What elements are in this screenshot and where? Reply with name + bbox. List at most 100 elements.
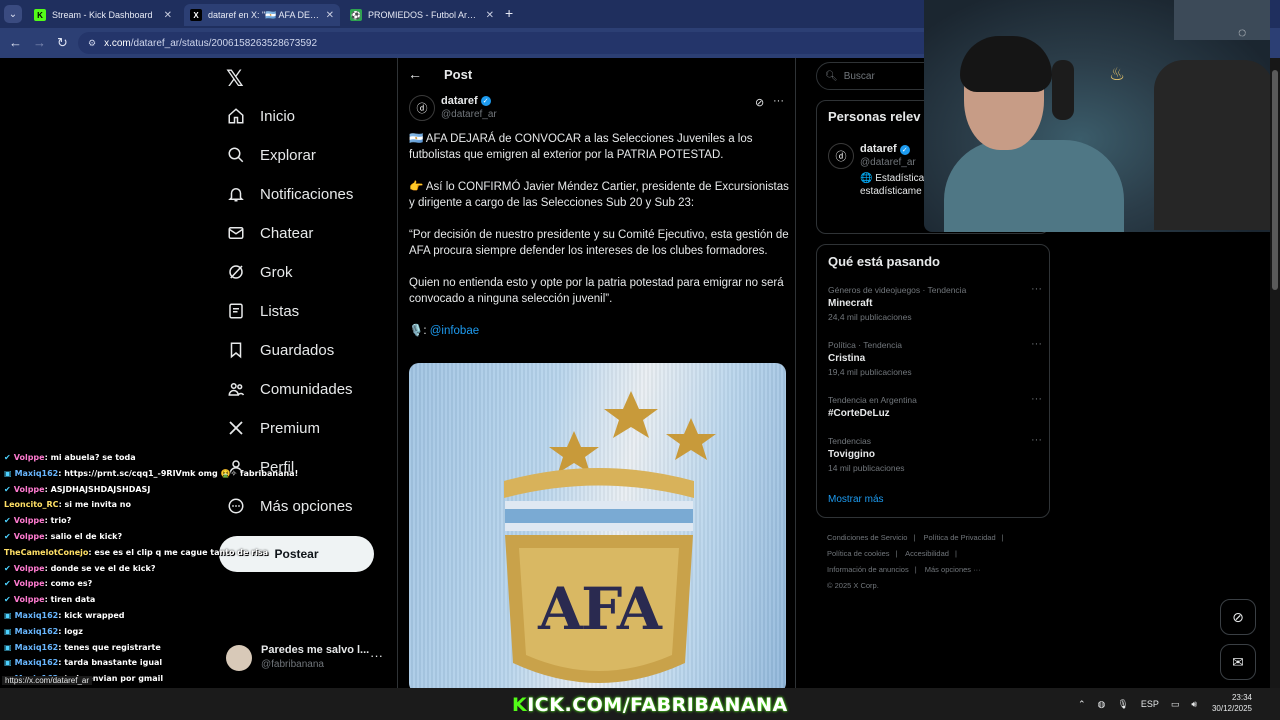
- tab-kick-dashboard[interactable]: K Stream - Kick Dashboard ✕: [28, 4, 178, 26]
- nav-item-listas[interactable]: Listas: [226, 296, 299, 326]
- site-info-icon[interactable]: ⚙: [88, 38, 96, 49]
- tab-list-button[interactable]: ⌄: [4, 5, 22, 23]
- footer-link[interactable]: Política de Privacidad: [924, 533, 996, 542]
- new-tab-icon[interactable]: +: [505, 5, 513, 21]
- reload-icon[interactable]: ↻: [57, 35, 68, 51]
- chat-badge-icon: ▣: [4, 642, 12, 652]
- close-icon[interactable]: ✕: [164, 10, 172, 21]
- chat-badge-icon: ▣: [4, 658, 12, 668]
- nav-item-premium[interactable]: Premium: [226, 413, 320, 443]
- grok-icon: [226, 262, 246, 282]
- shelf-background: [1174, 0, 1270, 40]
- chat-username: Maxiq162: [14, 658, 59, 668]
- forward-arrow-icon[interactable]: →: [33, 35, 46, 50]
- more-icon[interactable]: ···: [1031, 434, 1042, 446]
- chat-username: Volppe: [13, 453, 45, 462]
- trend-title: Toviggino: [828, 449, 876, 460]
- grok-icon[interactable]: ⊘: [755, 96, 764, 109]
- clock-date: 30/12/2025: [1211, 704, 1252, 713]
- chat-text: logz: [64, 626, 83, 636]
- person-name[interactable]: dataref ✓: [860, 143, 910, 155]
- x-favicon-icon: X: [190, 9, 202, 21]
- status-url-tooltip: https://x.com/dataref_ar: [2, 676, 93, 685]
- chat-badge-icon: ✔: [4, 516, 11, 526]
- more-icon[interactable]: ···: [1031, 393, 1042, 405]
- banner-text: ICK.COM/FABRIBANANA: [527, 694, 788, 716]
- nav-item-chatear[interactable]: Chatear: [226, 218, 313, 248]
- messages-fab-button[interactable]: ✉: [1220, 644, 1256, 680]
- nav-item-notificaciones[interactable]: Notificaciones: [226, 179, 353, 209]
- display-icon[interactable]: ▭: [1171, 699, 1180, 710]
- nav-item-comunidades[interactable]: Comunidades: [226, 374, 353, 404]
- chat-username: Volppe: [13, 516, 45, 526]
- post-source: 🎙️: @infobae: [409, 323, 789, 339]
- close-icon[interactable]: ✕: [326, 10, 334, 21]
- scrollbar[interactable]: [1270, 58, 1280, 688]
- post-author: ⓓ dataref ✓ @dataref_ar ⊘ ···: [409, 95, 789, 125]
- url-host: x.com: [104, 37, 131, 49]
- trend-context: Géneros de videojuegos · Tendencia: [828, 285, 967, 295]
- tab-label: dataref en X: "🇦🇷 AFA DEJARÁ: [208, 9, 320, 20]
- show-more-link[interactable]: Mostrar más: [828, 494, 884, 505]
- language-indicator[interactable]: ESP: [1141, 699, 1159, 709]
- post-image[interactable]: AFA: [409, 363, 786, 688]
- taskbar-clock[interactable]: 23:34 30/12/2025: [1206, 692, 1252, 714]
- footer-link[interactable]: Información de anuncios: [827, 565, 909, 574]
- page-title: Post: [444, 66, 473, 82]
- author-name[interactable]: dataref ✓: [441, 95, 491, 107]
- source-link[interactable]: @infobae: [430, 325, 479, 337]
- nav-item-explorar[interactable]: Explorar: [226, 140, 316, 170]
- post-paragraph: Quien no entienda esto y opte por la pat…: [409, 277, 784, 305]
- tab-promiedos[interactable]: ⚽ PROMIEDOS - Futbol Argentino ✕: [344, 4, 500, 26]
- scrollbar-thumb[interactable]: [1272, 70, 1278, 290]
- chat-username: Volppe: [13, 595, 45, 605]
- grok-fab-button[interactable]: ⊘: [1220, 599, 1256, 635]
- kick-favicon-icon: K: [34, 9, 46, 21]
- author-avatar[interactable]: ⓓ: [409, 95, 435, 121]
- person-handle[interactable]: @dataref_ar: [860, 157, 916, 168]
- trend-item[interactable]: Política · Tendencia Cristina 19,4 mil p…: [828, 338, 1042, 377]
- more-icon[interactable]: ···: [1031, 283, 1042, 295]
- footer-link[interactable]: Accesibilidad: [905, 549, 949, 558]
- chat-username: TheCamelotConejo: [4, 547, 89, 557]
- network-icon[interactable]: ◍: [1098, 699, 1106, 710]
- more-icon[interactable]: ···: [1031, 338, 1042, 350]
- chevron-up-icon[interactable]: ⌃: [1078, 699, 1086, 710]
- more-icon[interactable]: ···: [773, 95, 784, 107]
- chat-message: ✔ Volppe: donde se ve el de kick?: [4, 561, 304, 577]
- back-arrow-icon[interactable]: ←: [9, 35, 22, 50]
- post-paragraph: 👉 Así lo CONFIRMÓ Javier Méndez Cartier,…: [409, 181, 789, 209]
- avatar[interactable]: ⓓ: [828, 143, 854, 169]
- footer-link[interactable]: Condiciones de Servicio: [827, 533, 907, 542]
- chat-message: ✔ Volppe: tiren data: [4, 592, 304, 608]
- back-arrow-icon[interactable]: ←: [408, 66, 422, 82]
- microphone-icon[interactable]: 🎙︎: [1117, 699, 1128, 710]
- url-path: /dataref_ar/status/2006158263528673592: [130, 37, 318, 49]
- close-icon[interactable]: ✕: [486, 10, 494, 21]
- chat-text: tarda bnastante igual: [64, 658, 163, 668]
- chat-username: Volppe: [13, 484, 45, 494]
- url-input[interactable]: ⚙ x.com/dataref_ar/status/20061582635286…: [78, 32, 938, 54]
- nav-item-guardados[interactable]: Guardados: [226, 335, 334, 365]
- trend-item[interactable]: Géneros de videojuegos · Tendencia Minec…: [828, 283, 1042, 322]
- author-handle[interactable]: @dataref_ar: [441, 109, 497, 120]
- nav-item-inicio[interactable]: Inicio: [226, 101, 295, 131]
- more-icon[interactable]: ···: [370, 648, 383, 663]
- x-logo-icon[interactable]: 𝕏: [226, 66, 244, 92]
- card-title: Personas relev: [828, 109, 921, 124]
- chat-message: ✔ Volppe: salio el de kick?: [4, 529, 304, 545]
- trend-item[interactable]: Tendencia en Argentina #CorteDeLuz ···: [828, 393, 1042, 419]
- tab-dataref-post[interactable]: X dataref en X: "🇦🇷 AFA DEJARÁ ✕: [184, 4, 340, 26]
- nav-item-grok[interactable]: Grok: [226, 257, 293, 287]
- gaming-chair: [1154, 60, 1270, 230]
- footer-link[interactable]: Política de cookies: [827, 549, 890, 558]
- people-icon: [226, 379, 246, 399]
- trend-item[interactable]: Tendencias Toviggino 14 mil publicacione…: [828, 434, 1042, 473]
- search-icon: 🔍︎: [825, 70, 838, 82]
- footer-link[interactable]: Más opciones ···: [925, 565, 981, 574]
- nav-label: Listas: [260, 302, 300, 320]
- chat-message: ▣ Maxiq162: logz: [4, 624, 304, 640]
- trend-count: 14 mil publicaciones: [828, 463, 905, 473]
- chat-badge-icon: ▣: [4, 626, 12, 636]
- speaker-icon[interactable]: 🔊︎: [1191, 699, 1197, 710]
